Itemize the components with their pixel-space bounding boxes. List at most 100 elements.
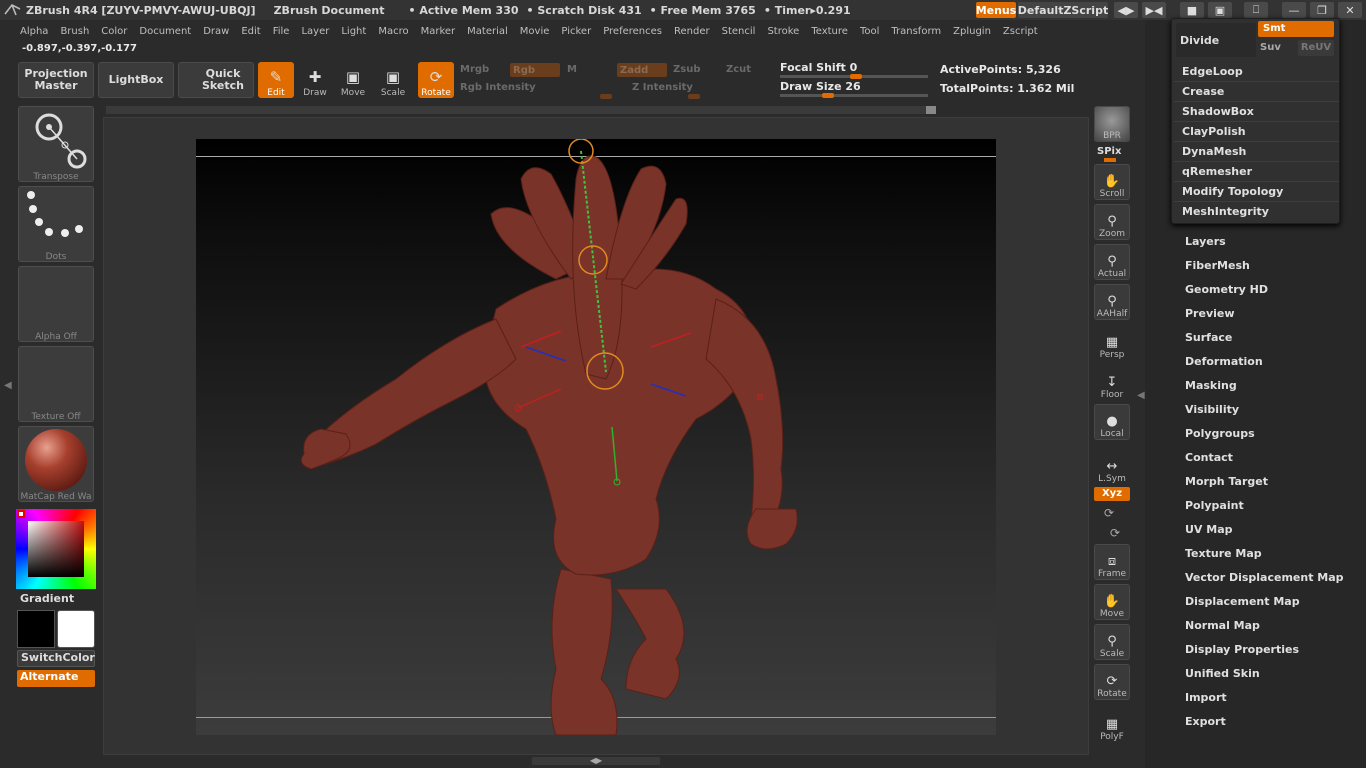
scroll-button[interactable]: ✋ Scroll — [1094, 164, 1130, 200]
menu-zplugin[interactable]: Zplugin — [953, 26, 991, 37]
actual-button[interactable]: ⚲ Actual — [1094, 244, 1130, 280]
draw-size-knob[interactable] — [822, 93, 834, 98]
palette-masking[interactable]: Masking — [1185, 379, 1237, 392]
expand-ui-icon[interactable]: ▶◀ — [1142, 2, 1166, 18]
palette-layers[interactable]: Layers — [1185, 235, 1226, 248]
horizontal-scrollbar[interactable] — [106, 106, 936, 114]
menu-zscript[interactable]: Zscript — [1003, 26, 1038, 37]
palette-vector-displacement-map[interactable]: Vector Displacement Map — [1185, 571, 1344, 584]
layout-alt-icon[interactable]: ▣ — [1208, 2, 1232, 18]
menu-brush[interactable]: Brush — [60, 26, 89, 37]
menu-layer[interactable]: Layer — [301, 26, 329, 37]
zsub-button[interactable]: Zsub — [673, 64, 700, 75]
rotate-y-icon[interactable]: ⟳ — [1104, 506, 1114, 520]
shrink-ui-icon[interactable]: ◀▶ — [1114, 2, 1138, 18]
projection-master-button[interactable]: Projection Master — [18, 62, 94, 98]
spix-slider-knob[interactable] — [1104, 158, 1116, 162]
menu-edit[interactable]: Edit — [241, 26, 260, 37]
menu-macro[interactable]: Macro — [378, 26, 408, 37]
lightbox-button[interactable]: LightBox — [98, 62, 174, 98]
model-viewport[interactable] — [196, 139, 996, 735]
left-tray-arrow-icon[interactable]: ◀ — [4, 380, 12, 391]
scale-view-button[interactable]: ⚲ Scale — [1094, 624, 1130, 660]
palette-export[interactable]: Export — [1185, 715, 1226, 728]
quick-sketch-button[interactable]: Quick Sketch — [178, 62, 254, 98]
subpanel-crease[interactable]: Crease — [1182, 85, 1224, 98]
menu-transform[interactable]: Transform — [891, 26, 941, 37]
rotate-button[interactable]: ⟳ Rotate — [418, 62, 454, 98]
spix-label[interactable]: SPix — [1097, 146, 1121, 157]
dots-stroke-thumbnail[interactable] — [18, 186, 94, 262]
local-button[interactable]: ● Local — [1094, 404, 1130, 440]
focal-shift-knob[interactable] — [850, 74, 862, 79]
menu-picker[interactable]: Picker — [561, 26, 591, 37]
palette-uv-map[interactable]: UV Map — [1185, 523, 1233, 536]
lock-icon[interactable]: ⎕ — [1244, 2, 1268, 18]
close-icon[interactable]: ✕ — [1338, 2, 1362, 18]
palette-morph-target[interactable]: Morph Target — [1185, 475, 1268, 488]
m-button[interactable]: M — [567, 64, 577, 75]
alpha-thumbnail[interactable] — [18, 266, 94, 342]
palette-preview[interactable]: Preview — [1185, 307, 1235, 320]
frame-button[interactable]: ⧈ Frame — [1094, 544, 1130, 580]
floor-button[interactable]: ↧ Floor — [1094, 364, 1130, 400]
zadd-button[interactable]: Zadd — [617, 63, 667, 77]
rotate-z-icon[interactable]: ⟳ — [1110, 526, 1120, 540]
rotate-view-button[interactable]: ⟳ Rotate — [1094, 664, 1130, 700]
palette-polypaint[interactable]: Polypaint — [1185, 499, 1244, 512]
scrollbar-handle[interactable] — [926, 106, 936, 114]
menu-draw[interactable]: Draw — [203, 26, 229, 37]
lsym-button[interactable]: ↔ L.Sym — [1094, 448, 1130, 484]
document-canvas[interactable] — [196, 139, 996, 735]
restore-icon[interactable]: ❐ — [1310, 2, 1334, 18]
palette-visibility[interactable]: Visibility — [1185, 403, 1239, 416]
aahalf-button[interactable]: ⚲ AAHalf — [1094, 284, 1130, 320]
canvas-bottom-arrows-icon[interactable]: ◀▶ — [532, 757, 660, 765]
palette-unified-skin[interactable]: Unified Skin — [1185, 667, 1260, 680]
menu-render[interactable]: Render — [674, 26, 710, 37]
polyf-button[interactable]: ▦ PolyF — [1094, 706, 1130, 742]
zoom-button[interactable]: ⚲ Zoom — [1094, 204, 1130, 240]
color-picker-square[interactable] — [28, 521, 84, 577]
menu-stencil[interactable]: Stencil — [722, 26, 756, 37]
bpr-button[interactable]: BPR — [1094, 106, 1130, 142]
menu-movie[interactable]: Movie — [520, 26, 550, 37]
mrgb-button[interactable]: Mrgb — [460, 64, 489, 75]
secondary-color-swatch[interactable] — [57, 610, 95, 648]
palette-polygroups[interactable]: Polygroups — [1185, 427, 1255, 440]
xyz-button[interactable]: Xyz — [1094, 487, 1130, 501]
menu-file[interactable]: File — [273, 26, 290, 37]
menu-texture[interactable]: Texture — [811, 26, 848, 37]
menus-button[interactable]: Menus — [976, 2, 1016, 18]
menu-preferences[interactable]: Preferences — [603, 26, 662, 37]
menu-stroke[interactable]: Stroke — [767, 26, 799, 37]
smt-toggle[interactable]: Smt — [1258, 21, 1334, 37]
zcut-button[interactable]: Zcut — [726, 64, 751, 75]
menu-light[interactable]: Light — [341, 26, 366, 37]
material-thumbnail[interactable] — [18, 426, 94, 502]
menu-color[interactable]: Color — [101, 26, 127, 37]
palette-fibermesh[interactable]: FiberMesh — [1185, 259, 1250, 272]
palette-contact[interactable]: Contact — [1185, 451, 1233, 464]
rgb-intensity-knob[interactable] — [600, 94, 612, 99]
primary-color-swatch[interactable] — [17, 510, 25, 518]
palette-texture-map[interactable]: Texture Map — [1185, 547, 1262, 560]
transpose-thumbnail[interactable] — [18, 106, 94, 182]
divide-button[interactable]: Divide — [1176, 23, 1256, 57]
rgb-button[interactable]: Rgb — [510, 63, 560, 77]
color-picker[interactable] — [16, 509, 96, 589]
right-tray-arrow-icon[interactable]: ◀ — [1137, 390, 1145, 401]
menu-tool[interactable]: Tool — [860, 26, 879, 37]
suv-toggle[interactable]: Suv — [1260, 42, 1281, 53]
palette-normal-map[interactable]: Normal Map — [1185, 619, 1260, 632]
switch-color-button[interactable]: SwitchColor — [17, 650, 95, 667]
default-zscript-button[interactable]: DefaultZScript — [1018, 2, 1108, 18]
reuv-button[interactable]: ReUV — [1298, 40, 1334, 56]
subpanel-edgeloop[interactable]: EdgeLoop — [1182, 65, 1243, 78]
palette-displacement-map[interactable]: Displacement Map — [1185, 595, 1300, 608]
subpanel-dynamesh[interactable]: DynaMesh — [1182, 145, 1246, 158]
move-view-button[interactable]: ✋ Move — [1094, 584, 1130, 620]
palette-geometry-hd[interactable]: Geometry HD — [1185, 283, 1268, 296]
main-color-swatch[interactable] — [17, 610, 55, 648]
layout-icon[interactable]: ■ — [1180, 2, 1204, 18]
